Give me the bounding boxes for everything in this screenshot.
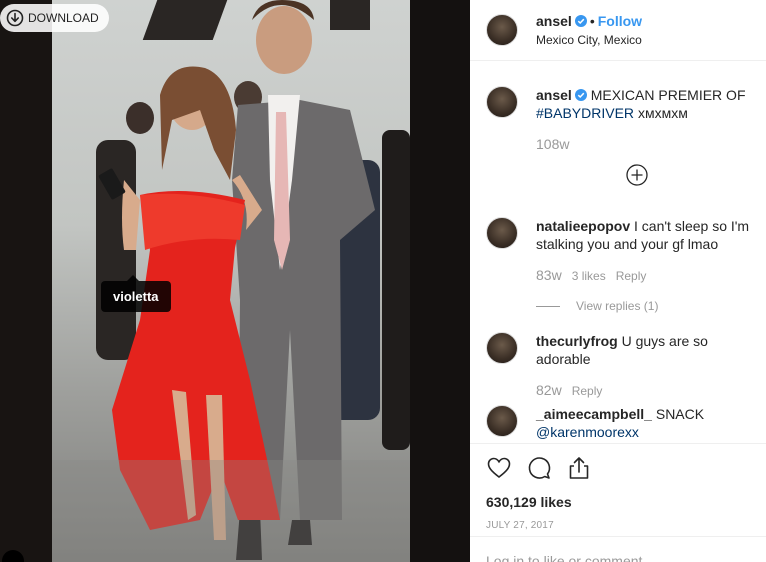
comment-username[interactable]: _aimeecampbell_ bbox=[536, 406, 652, 422]
caption-tail: хмхмхм bbox=[637, 105, 688, 121]
comment-username[interactable]: thecurlyfrog bbox=[536, 333, 618, 349]
caption-age: 108w bbox=[536, 136, 570, 152]
post-location[interactable]: Mexico City, Mexico bbox=[536, 33, 642, 47]
verified-badge-icon bbox=[574, 15, 587, 27]
avatar[interactable] bbox=[486, 217, 518, 249]
comment-age: 83w bbox=[536, 267, 562, 283]
caption-text: MEXICAN PREMIER OF bbox=[590, 87, 746, 103]
action-icons bbox=[486, 454, 750, 482]
verified-badge-icon bbox=[574, 89, 587, 101]
comment-body: thecurlyfrog U guys are so adorable 82w R… bbox=[536, 332, 762, 400]
caption-hashtag[interactable]: #BABYDRIVER bbox=[536, 105, 634, 121]
comment-mention[interactable]: @karenmoorexx bbox=[536, 424, 639, 440]
comment-age: 82w bbox=[536, 382, 562, 398]
follow-button[interactable]: Follow bbox=[598, 13, 642, 29]
add-comment-prompt[interactable]: Log in to like or comment. bbox=[470, 536, 766, 562]
view-replies-label: View replies (1) bbox=[576, 299, 659, 313]
list-item: natalieepopov I can't sleep so I'm stalk… bbox=[486, 217, 762, 315]
comment-meta: 83w 3 likes Reply bbox=[536, 266, 762, 285]
post-date: JULY 27, 2017 bbox=[486, 520, 554, 531]
view-replies-button[interactable]: View replies (1) bbox=[536, 297, 762, 315]
avatar[interactable] bbox=[486, 14, 518, 46]
post-header: ansel • Follow Mexico City, Mexico bbox=[470, 0, 766, 61]
post-photo[interactable]: DOWNLOAD violetta bbox=[0, 0, 470, 562]
comment-text: SNACK bbox=[655, 406, 705, 422]
separator-dot: • bbox=[589, 13, 595, 29]
post-username[interactable]: ansel bbox=[536, 13, 572, 29]
reply-button[interactable]: Reply bbox=[572, 384, 603, 398]
add-circle-icon[interactable] bbox=[626, 164, 648, 186]
header-text: ansel • Follow Mexico City, Mexico bbox=[536, 13, 642, 47]
list-item: _aimeecampbell_ SNACK @karenmoorexx bbox=[486, 405, 762, 441]
comment-body: natalieepopov I can't sleep so I'm stalk… bbox=[536, 217, 762, 315]
avatar[interactable] bbox=[486, 332, 518, 364]
avatar[interactable] bbox=[486, 405, 518, 437]
caption-username[interactable]: ansel bbox=[536, 87, 572, 103]
comment-icon[interactable] bbox=[526, 455, 552, 481]
caption: ansel MEXICAN PREMIER OF #BABYDRIVER хмх… bbox=[486, 86, 762, 153]
post-actions: 630,129 likes JULY 27, 2017 bbox=[470, 443, 766, 531]
heart-icon[interactable] bbox=[486, 455, 512, 481]
reply-button[interactable]: Reply bbox=[616, 269, 647, 283]
replies-divider bbox=[536, 305, 560, 307]
likes-count[interactable]: 630,129 likes bbox=[486, 494, 750, 510]
user-tag[interactable]: violetta bbox=[101, 275, 171, 312]
caption-body: ansel MEXICAN PREMIER OF #BABYDRIVER хмх… bbox=[536, 86, 762, 153]
list-item: thecurlyfrog U guys are so adorable 82w R… bbox=[486, 332, 762, 400]
download-button[interactable]: DOWNLOAD bbox=[0, 4, 109, 32]
avatar[interactable] bbox=[486, 86, 518, 118]
download-label: DOWNLOAD bbox=[28, 11, 99, 25]
comment-body: _aimeecampbell_ SNACK @karenmoorexx bbox=[536, 405, 762, 441]
photo-figures bbox=[52, 0, 410, 562]
comment-meta: 82w Reply bbox=[536, 381, 762, 400]
share-icon[interactable] bbox=[566, 455, 592, 481]
comment-likes[interactable]: 3 likes bbox=[572, 269, 606, 283]
comments-list[interactable]: ansel MEXICAN PREMIER OF #BABYDRIVER хмх… bbox=[470, 62, 766, 442]
download-icon bbox=[6, 9, 24, 27]
comment-username[interactable]: natalieepopov bbox=[536, 218, 630, 234]
post-sidebar: ansel • Follow Mexico City, Mexico ansel M… bbox=[470, 0, 766, 562]
